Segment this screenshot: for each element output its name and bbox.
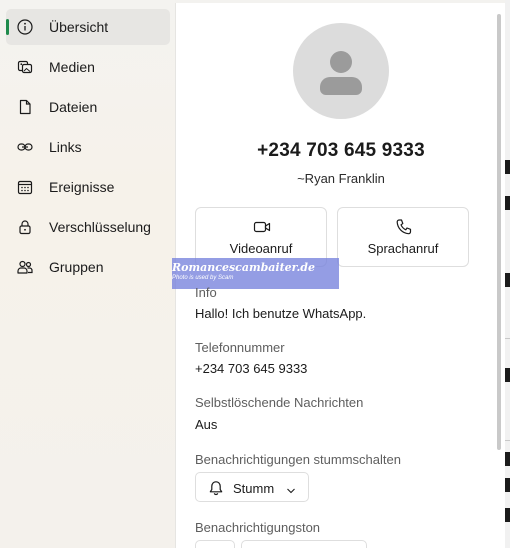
watermark-title: Romancescambaiter.de bbox=[172, 261, 315, 274]
voice-call-label: Sprachanruf bbox=[367, 241, 439, 256]
background-window-edge bbox=[505, 0, 510, 548]
avatar-head bbox=[330, 51, 352, 73]
chevron-down-icon bbox=[286, 483, 296, 494]
sidebar-item-label: Übersicht bbox=[49, 19, 109, 35]
disappearing-messages-label: Selbstlöschende Nachrichten bbox=[195, 395, 364, 410]
sidebar-item-label: Ereignisse bbox=[49, 179, 115, 195]
sidebar-item-files[interactable]: Dateien bbox=[6, 89, 170, 125]
calendar-icon bbox=[16, 178, 34, 196]
sidebar-item-events[interactable]: Ereignisse bbox=[6, 169, 170, 205]
voice-call-button[interactable]: Sprachanruf bbox=[337, 207, 469, 267]
edge-glyph bbox=[505, 273, 510, 287]
sidebar-item-links[interactable]: Links bbox=[6, 129, 170, 165]
phone-icon bbox=[395, 218, 413, 236]
phone-value: +234 703 645 9333 bbox=[195, 361, 308, 376]
edge-glyph bbox=[505, 368, 510, 382]
sidebar: Übersicht Medien Dateien Links Ereigniss bbox=[0, 0, 175, 548]
sidebar-item-label: Medien bbox=[49, 59, 95, 75]
sidebar-item-encryption[interactable]: Verschlüsselung bbox=[6, 209, 170, 245]
video-call-label: Videoanruf bbox=[229, 241, 293, 256]
bell-icon bbox=[208, 480, 224, 496]
tone-play-button[interactable] bbox=[195, 540, 235, 548]
edge-glyph bbox=[505, 196, 510, 210]
mute-dropdown[interactable]: Stumm bbox=[195, 472, 309, 502]
video-camera-icon bbox=[253, 218, 271, 236]
notification-tone-label: Benachrichtigungston bbox=[195, 520, 321, 535]
edge-glyph bbox=[505, 508, 510, 522]
people-icon bbox=[16, 258, 34, 276]
mute-dropdown-value: Stumm bbox=[233, 481, 275, 496]
disappearing-messages-value[interactable]: Aus bbox=[195, 417, 217, 432]
scrollbar[interactable] bbox=[497, 14, 501, 450]
mute-notifications-label: Benachrichtigungen stummschalten bbox=[195, 452, 401, 467]
sidebar-item-overview[interactable]: Übersicht bbox=[6, 9, 170, 45]
lock-icon bbox=[16, 218, 34, 236]
phone-label: Telefonnummer bbox=[195, 340, 285, 355]
sidebar-item-media[interactable]: Medien bbox=[6, 49, 170, 85]
contact-phone-title: +234 703 645 9333 bbox=[257, 140, 425, 161]
avatar bbox=[293, 23, 389, 119]
info-label: Info bbox=[195, 285, 217, 300]
avatar-body bbox=[320, 77, 362, 95]
sidebar-item-label: Dateien bbox=[49, 99, 98, 115]
tone-dropdown[interactable] bbox=[241, 540, 367, 548]
sidebar-item-label: Verschlüsselung bbox=[49, 219, 151, 235]
sidebar-item-label: Links bbox=[49, 139, 82, 155]
edge-glyph bbox=[505, 160, 510, 174]
sidebar-item-groups[interactable]: Gruppen bbox=[6, 249, 170, 285]
edge-divider bbox=[505, 338, 510, 339]
link-icon bbox=[16, 138, 34, 156]
edge-glyph bbox=[505, 452, 510, 466]
watermark-subtitle: Photo is used by Scam bbox=[172, 275, 234, 281]
contact-display-name: ~Ryan Franklin bbox=[297, 171, 385, 186]
info-icon bbox=[16, 18, 34, 36]
sidebar-item-label: Gruppen bbox=[49, 259, 104, 275]
active-indicator bbox=[6, 19, 9, 35]
contact-info-window: Übersicht Medien Dateien Links Ereigniss bbox=[0, 0, 510, 548]
media-icon bbox=[16, 58, 34, 76]
info-value: Hallo! Ich benutze WhatsApp. bbox=[195, 306, 367, 321]
file-icon bbox=[16, 98, 34, 116]
edge-glyph bbox=[505, 478, 510, 492]
edge-divider bbox=[505, 440, 510, 441]
